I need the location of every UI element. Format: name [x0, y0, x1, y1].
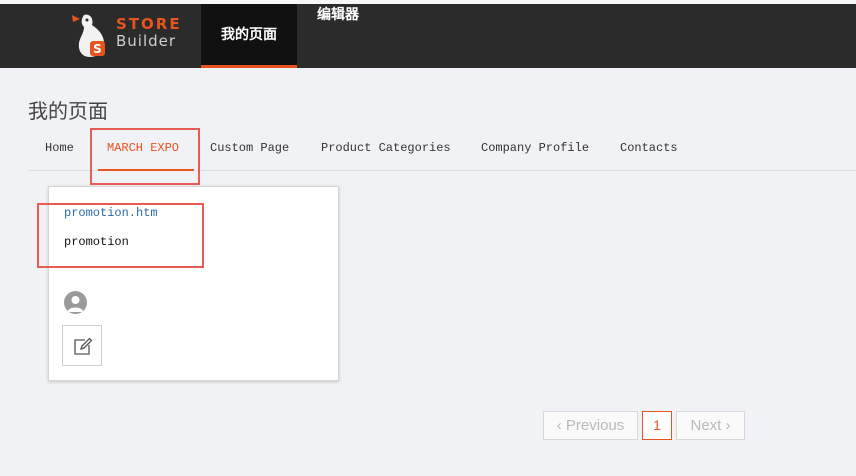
card-highlight-box — [37, 203, 204, 268]
edit-button[interactable] — [62, 325, 102, 366]
previous-page-button[interactable]: ‹ Previous — [543, 411, 638, 440]
logo-bird-icon: S — [72, 14, 105, 57]
page-title: 我的页面 — [28, 99, 108, 123]
tab-custom-page[interactable]: Custom Page — [210, 141, 289, 155]
svg-text:S: S — [93, 42, 102, 56]
chevron-right-icon: › — [725, 417, 731, 434]
next-label: Next — [690, 417, 722, 434]
chevron-left-icon: ‹ — [556, 417, 562, 434]
logo-builder-text: Builder — [116, 32, 177, 50]
user-icon — [64, 291, 87, 314]
top-navigation-bar: S STORE Builder 我的页面 编辑器 — [0, 4, 856, 68]
edit-icon — [74, 337, 93, 355]
tab-home[interactable]: Home — [45, 141, 74, 155]
store-builder-logo[interactable]: S STORE Builder — [70, 13, 190, 59]
tab-contacts[interactable]: Contacts — [620, 141, 678, 155]
tab-highlight-box — [90, 128, 200, 185]
next-page-button[interactable]: Next › — [676, 411, 745, 440]
nav-editor[interactable]: 编辑器 — [297, 4, 379, 68]
tab-company-profile[interactable]: Company Profile — [481, 141, 589, 155]
tab-product-categories[interactable]: Product Categories — [321, 141, 451, 155]
previous-label: Previous — [565, 417, 625, 434]
logo-store-text: STORE — [116, 15, 182, 33]
page-number-1[interactable]: 1 — [642, 411, 672, 440]
nav-my-pages[interactable]: 我的页面 — [201, 4, 297, 68]
